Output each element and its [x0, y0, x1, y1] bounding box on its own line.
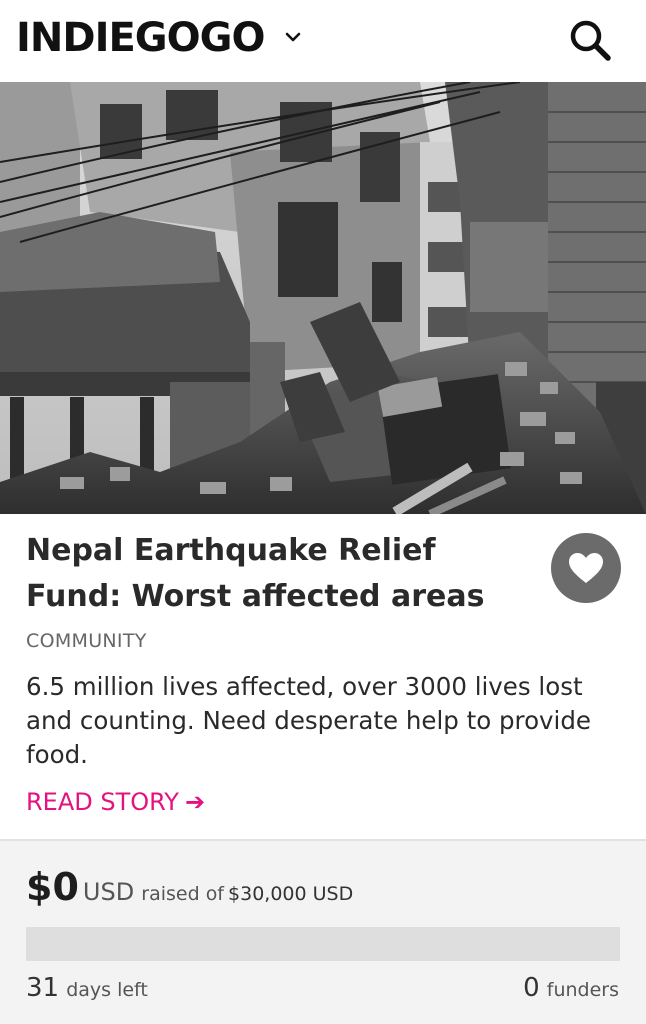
chevron-down-icon[interactable] — [284, 28, 302, 46]
top-nav-bar: INDIEGOGO — [0, 0, 646, 82]
indiegogo-logo[interactable]: INDIEGOGO — [16, 12, 265, 64]
campaign-card: Nepal Earthquake Relief Fund: Worst affe… — [0, 514, 646, 840]
favorite-button[interactable] — [551, 533, 621, 603]
days-left: 31 days left — [26, 973, 148, 1003]
funding-progress-bar — [26, 927, 620, 961]
raised-summary: $0 USD raised of $30,000 USD — [26, 865, 353, 909]
raised-currency: USD — [82, 878, 135, 906]
campaign-category[interactable]: COMMUNITY — [26, 630, 147, 652]
read-story-link[interactable]: READ STORY ➔ — [26, 788, 205, 816]
campaign-hero-image[interactable] — [0, 82, 646, 514]
funding-panel: $0 USD raised of $30,000 USD 31 days left … — [0, 841, 646, 1024]
read-story-label: READ STORY — [26, 788, 179, 816]
funders-label: funders — [546, 979, 619, 1001]
days-left-label: days left — [66, 979, 148, 1001]
days-left-count: 31 — [26, 973, 60, 1003]
funders-number: 0 — [523, 973, 540, 1003]
funders-count: 0 funders — [523, 973, 619, 1003]
funding-goal: $30,000 USD — [228, 883, 354, 905]
arrow-right-icon: ➔ — [184, 788, 206, 816]
raised-of-label: raised of — [141, 883, 225, 905]
search-icon[interactable] — [566, 16, 614, 64]
earthquake-rubble-photo — [0, 82, 646, 514]
campaign-blurb: 6.5 million lives affected, over 3000 li… — [26, 672, 591, 769]
heart-icon — [569, 553, 603, 583]
campaign-title[interactable]: Nepal Earthquake Relief Fund: Worst affe… — [26, 528, 526, 620]
raised-amount: $0 — [26, 865, 79, 909]
